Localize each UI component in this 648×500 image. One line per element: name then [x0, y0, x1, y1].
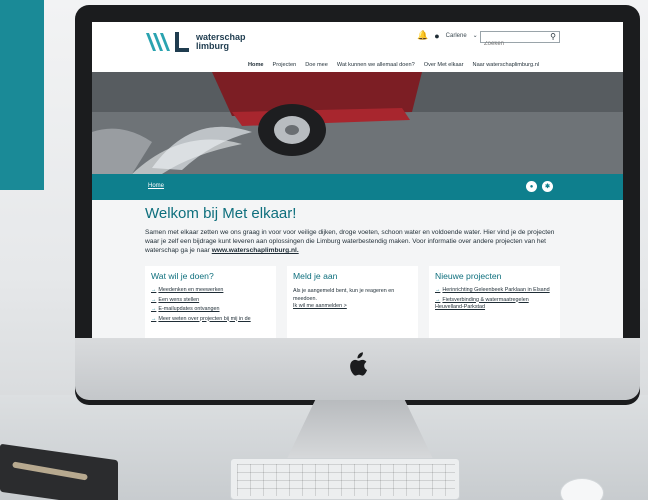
- arrow-right-icon: →: [435, 287, 441, 293]
- card-title: Meld je aan: [293, 271, 338, 281]
- intro-paragraph: Samen met elkaar zetten we ons graag in …: [145, 228, 565, 255]
- card-row: Wat wil je doen? → Meedenken en meewerken…: [145, 266, 560, 338]
- page-title: Welkom bij Met elkaar!: [145, 205, 297, 222]
- card-nieuwe-projecten: Nieuwe projecten → Herinrichting Geleenbe…: [429, 266, 560, 338]
- signup-link[interactable]: Ik wil me aanmelden >: [293, 303, 412, 311]
- bell-icon[interactable]: 🔔: [417, 30, 428, 41]
- nav-item-waterschaplimburg[interactable]: Naar waterschaplimburg.nl: [473, 62, 540, 68]
- nav-item-over-met-elkaar[interactable]: Over Met elkaar: [424, 62, 464, 68]
- waterschaplimburg-link[interactable]: www.waterschaplimburg.nl.: [212, 247, 299, 254]
- user-name[interactable]: Carlene: [446, 33, 467, 39]
- nav-item-doe-mee[interactable]: Doe mee: [305, 62, 328, 68]
- waterschap-logo-icon: [146, 32, 189, 52]
- site-logo[interactable]: waterschap limburg: [144, 30, 246, 54]
- gear-icon[interactable]: ✱: [542, 181, 553, 192]
- header-tools: 🔔 ● Carlene ⌄: [417, 30, 478, 41]
- search-box[interactable]: ⚲: [480, 31, 560, 49]
- card-meld-je-aan: Meld je aan Als je aangemeld bent, kun j…: [287, 266, 418, 338]
- hero-car-splash-illustration: [92, 72, 623, 174]
- nav-item-home[interactable]: Home: [248, 62, 264, 68]
- breadcrumb-home-link[interactable]: Home: [148, 183, 164, 189]
- chevron-down-icon[interactable]: ⌄: [473, 32, 478, 39]
- site-header: waterschap limburg 🔔 ● Carlene ⌄ ⚲ Home …: [92, 22, 623, 72]
- card-link[interactable]: → Een wens stellen: [151, 297, 270, 305]
- arrow-right-icon: →: [151, 306, 157, 312]
- arrow-right-icon: →: [151, 287, 157, 293]
- keyboard-keys: [237, 464, 455, 496]
- arrow-right-icon: →: [151, 296, 157, 303]
- user-icon[interactable]: ●: [434, 31, 439, 41]
- card-title: Nieuwe projecten: [435, 271, 502, 281]
- main-nav: Home Projecten Doe mee Wat kunnen we all…: [248, 62, 539, 68]
- intro-text: Samen met elkaar zetten we ons graag in …: [145, 229, 555, 254]
- screen: waterschap limburg 🔔 ● Carlene ⌄ ⚲ Home …: [92, 22, 623, 338]
- arrow-right-icon: →: [435, 296, 441, 303]
- search-icon[interactable]: ⚲: [550, 32, 556, 41]
- logo-line-2: limburg: [196, 41, 229, 51]
- card-link[interactable]: → E-mailupdates ontvangen: [151, 306, 270, 314]
- card-text: Als je aangemeld bent, kun je reageren e…: [293, 288, 395, 302]
- arrow-right-icon: →: [151, 315, 157, 322]
- lock-icon[interactable]: ●: [526, 181, 537, 192]
- nav-item-wat-kunnen-we[interactable]: Wat kunnen we allemaal doen?: [337, 62, 415, 68]
- project-link[interactable]: → Herinrichting Geleenbeek Parklaan in El…: [435, 287, 554, 295]
- breadcrumb-bar: Home ● ✱: [92, 174, 623, 200]
- logo-wordmark: waterschap limburg: [196, 33, 246, 51]
- project-link[interactable]: → Fietsverbinding & watermaatregelen Heuv…: [435, 297, 554, 312]
- card-title: Wat wil je doen?: [151, 271, 214, 281]
- hero-image: [92, 72, 623, 174]
- card-link[interactable]: → Meer weten over projecten bij mij in de: [151, 316, 270, 324]
- nav-item-projecten[interactable]: Projecten: [273, 62, 297, 68]
- apple-logo-icon: [350, 352, 367, 376]
- keyboard: [230, 458, 460, 500]
- card-link[interactable]: → Meedenken en meewerken: [151, 287, 270, 295]
- search-input[interactable]: [481, 39, 545, 49]
- mouse: [560, 478, 604, 500]
- brand-color-block: [0, 0, 44, 190]
- card-wat-wil-je-doen: Wat wil je doen? → Meedenken en meewerken…: [145, 266, 276, 338]
